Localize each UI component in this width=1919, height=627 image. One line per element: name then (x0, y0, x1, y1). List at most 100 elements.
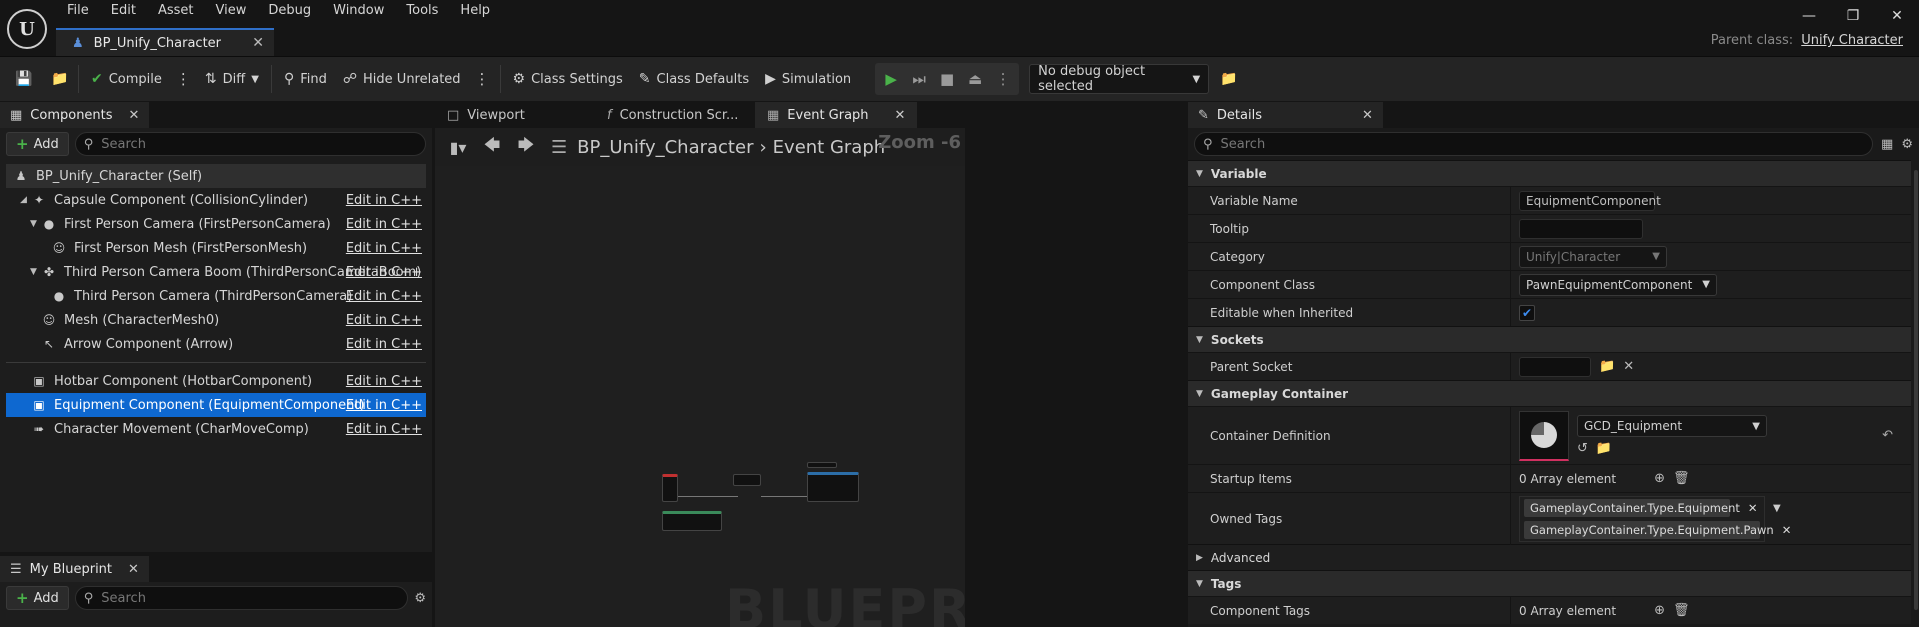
edit-in-cpp-link[interactable]: Edit in C++ (346, 241, 422, 256)
trash-icon[interactable]: 🗑 (1673, 471, 1690, 486)
diff-button[interactable]: ⇅ Diff ▼ (197, 63, 267, 95)
edit-in-cpp-link[interactable]: Edit in C++ (346, 193, 422, 208)
tree-row[interactable]: ☺ Mesh (CharacterMesh0) Edit in C++ (6, 308, 426, 332)
close-icon[interactable]: ✕ (1362, 108, 1373, 123)
parent-socket-field[interactable] (1519, 356, 1591, 377)
tag-chip[interactable]: GameplayContainer.Type.Equipment ✕ (1524, 498, 1758, 517)
edit-in-cpp-link[interactable]: Edit in C++ (346, 374, 422, 389)
play-icon[interactable]: ▶ (877, 65, 905, 93)
tree-row[interactable]: ▼ ✤ Third Person Camera Boom (ThirdPerso… (6, 260, 426, 284)
browse-asset-icon[interactable]: 📁 (1596, 441, 1612, 456)
expand-arrow-icon[interactable]: ◢ (20, 195, 30, 205)
section-advanced[interactable]: ▶ Advanced (1188, 544, 1911, 570)
tree-row[interactable]: ▼ ● First Person Camera (FirstPersonCame… (6, 212, 426, 236)
tree-row-self[interactable]: ♟ BP_Unify_Character (Self) (6, 164, 426, 188)
close-window-button[interactable]: ✕ (1875, 0, 1919, 32)
debug-object-select[interactable]: No debug object selected ▼ (1029, 64, 1210, 94)
menu-tools[interactable]: Tools (395, 0, 449, 24)
tab-my-blueprint[interactable]: ☰ My Blueprint ✕ (0, 556, 149, 582)
edit-in-cpp-link[interactable]: Edit in C++ (346, 337, 422, 352)
reset-to-default-icon[interactable]: ↶ (1882, 428, 1893, 443)
editable-inherited-checkbox[interactable]: ✔ (1519, 304, 1535, 321)
graph-canvas[interactable]: BLUEPRINT (435, 166, 965, 627)
debug-browse-icon[interactable]: 📁 (1215, 65, 1243, 93)
tree-row[interactable]: ● Third Person Camera (ThirdPersonCamera… (6, 284, 426, 308)
play-options-icon[interactable]: ⋮ (989, 65, 1017, 93)
section-sockets[interactable]: ▼ Sockets (1188, 326, 1911, 352)
eject-icon[interactable]: ⏏ (961, 65, 989, 93)
table-view-icon[interactable]: ▦ (1881, 137, 1893, 152)
add-element-icon[interactable]: ⊕ (1654, 603, 1665, 618)
class-settings-button[interactable]: ⚙ Class Settings (505, 63, 631, 95)
asset-thumbnail[interactable] (1519, 410, 1569, 461)
breadcrumb-root[interactable]: BP_Unify_Character (577, 137, 753, 158)
graph-node[interactable] (807, 462, 837, 468)
tree-row[interactable]: ◢ ✦ Capsule Component (CollisionCylinder… (6, 188, 426, 212)
menu-window[interactable]: Window (322, 0, 395, 24)
menu-view[interactable]: View (205, 0, 258, 24)
add-element-icon[interactable]: ⊕ (1654, 471, 1665, 486)
clear-icon[interactable]: ✕ (1623, 359, 1634, 374)
tab-details[interactable]: ✎ Details ✕ (1188, 102, 1383, 128)
tooltip-field[interactable] (1519, 218, 1643, 239)
trash-icon[interactable]: 🗑 (1673, 603, 1690, 618)
forward-arrow-icon[interactable]: 🡆 (509, 132, 543, 162)
graph-node[interactable] (807, 472, 859, 502)
graph-node[interactable] (662, 474, 678, 502)
owned-tags-box[interactable]: GameplayContainer.Type.Equipment ✕ Gamep… (1519, 495, 1791, 542)
browse-socket-icon[interactable]: 📁 (1599, 359, 1615, 374)
hide-unrelated-button[interactable]: ☍ Hide Unrelated (335, 63, 469, 95)
edit-in-cpp-link[interactable]: Edit in C++ (346, 422, 422, 437)
edit-in-cpp-link[interactable]: Edit in C++ (346, 398, 422, 413)
tree-row-selected[interactable]: ▣ Equipment Component (EquipmentComponen… (6, 393, 426, 417)
close-icon[interactable]: ✕ (128, 562, 139, 577)
browse-asset-icon[interactable]: 📁 (46, 65, 74, 93)
parent-class-link[interactable]: Unify Character (1801, 33, 1903, 48)
menu-edit[interactable]: Edit (100, 0, 147, 24)
menu-debug[interactable]: Debug (257, 0, 322, 24)
graph-node[interactable] (733, 474, 761, 486)
tree-row[interactable]: ▣ Hotbar Component (HotbarComponent) Edi… (6, 369, 426, 393)
tree-row[interactable]: ➠ Character Movement (CharMoveComp) Edit… (6, 417, 426, 441)
use-selected-icon[interactable]: ↺ (1577, 441, 1588, 456)
class-defaults-button[interactable]: ✎ Class Defaults (631, 63, 757, 95)
step-icon[interactable]: ⏭ (905, 65, 933, 93)
add-member-button[interactable]: + Add (6, 586, 69, 610)
edit-in-cpp-link[interactable]: Edit in C++ (346, 289, 422, 304)
components-search-input[interactable]: ⚲ Search (74, 132, 426, 156)
container-definition-combo[interactable]: GCD_Equipment ▼ (1577, 415, 1767, 437)
tab-event-graph[interactable]: ▦ Event Graph ✕ (755, 102, 918, 128)
tree-row[interactable]: ☺ First Person Mesh (FirstPersonMesh) Ed… (6, 236, 426, 260)
bookmark-icon[interactable]: ▮▾ (441, 132, 475, 162)
back-arrow-icon[interactable]: 🡄 (475, 132, 509, 162)
chevron-down-icon[interactable]: ▼ (1773, 503, 1781, 514)
details-search-input[interactable]: ⚲ Search (1194, 132, 1874, 156)
section-gameplay-container[interactable]: ▼ Gameplay Container (1188, 380, 1911, 406)
menu-file[interactable]: File (56, 0, 100, 24)
restore-button[interactable]: ❐ (1831, 0, 1875, 32)
minimize-button[interactable]: — (1787, 0, 1831, 32)
expand-arrow-icon[interactable]: ▼ (30, 267, 40, 277)
graph-node[interactable] (662, 511, 722, 531)
stop-icon[interactable]: ■ (933, 65, 961, 93)
variable-name-field[interactable]: EquipmentComponent (1519, 190, 1661, 211)
close-icon[interactable]: ✕ (129, 108, 140, 123)
details-scrollbar[interactable] (1913, 170, 1919, 627)
tab-construction-script[interactable]: f Construction Scr... (595, 102, 755, 128)
find-button[interactable]: ⚲ Find (276, 63, 335, 95)
simulation-button[interactable]: ▶ Simulation (757, 63, 859, 95)
unreal-logo-icon[interactable]: U (7, 9, 47, 49)
section-variable[interactable]: ▼ Variable (1188, 160, 1911, 186)
menu-asset[interactable]: Asset (147, 0, 205, 24)
component-class-combo[interactable]: PawnEquipmentComponent ▼ (1519, 273, 1717, 296)
edit-in-cpp-link[interactable]: Edit in C++ (346, 217, 422, 232)
section-tags[interactable]: ▼ Tags (1188, 570, 1911, 596)
find-options-icon[interactable]: ⋮ (469, 70, 496, 88)
compile-options-icon[interactable]: ⋮ (170, 70, 197, 88)
tab-viewport[interactable]: □ Viewport (435, 102, 595, 128)
edit-in-cpp-link[interactable]: Edit in C++ (346, 265, 422, 280)
remove-tag-icon[interactable]: ✕ (1782, 523, 1792, 537)
close-icon[interactable]: ✕ (895, 108, 906, 123)
gear-icon[interactable]: ⚙ (1901, 137, 1913, 152)
scrollbar-thumb[interactable] (1914, 170, 1918, 610)
